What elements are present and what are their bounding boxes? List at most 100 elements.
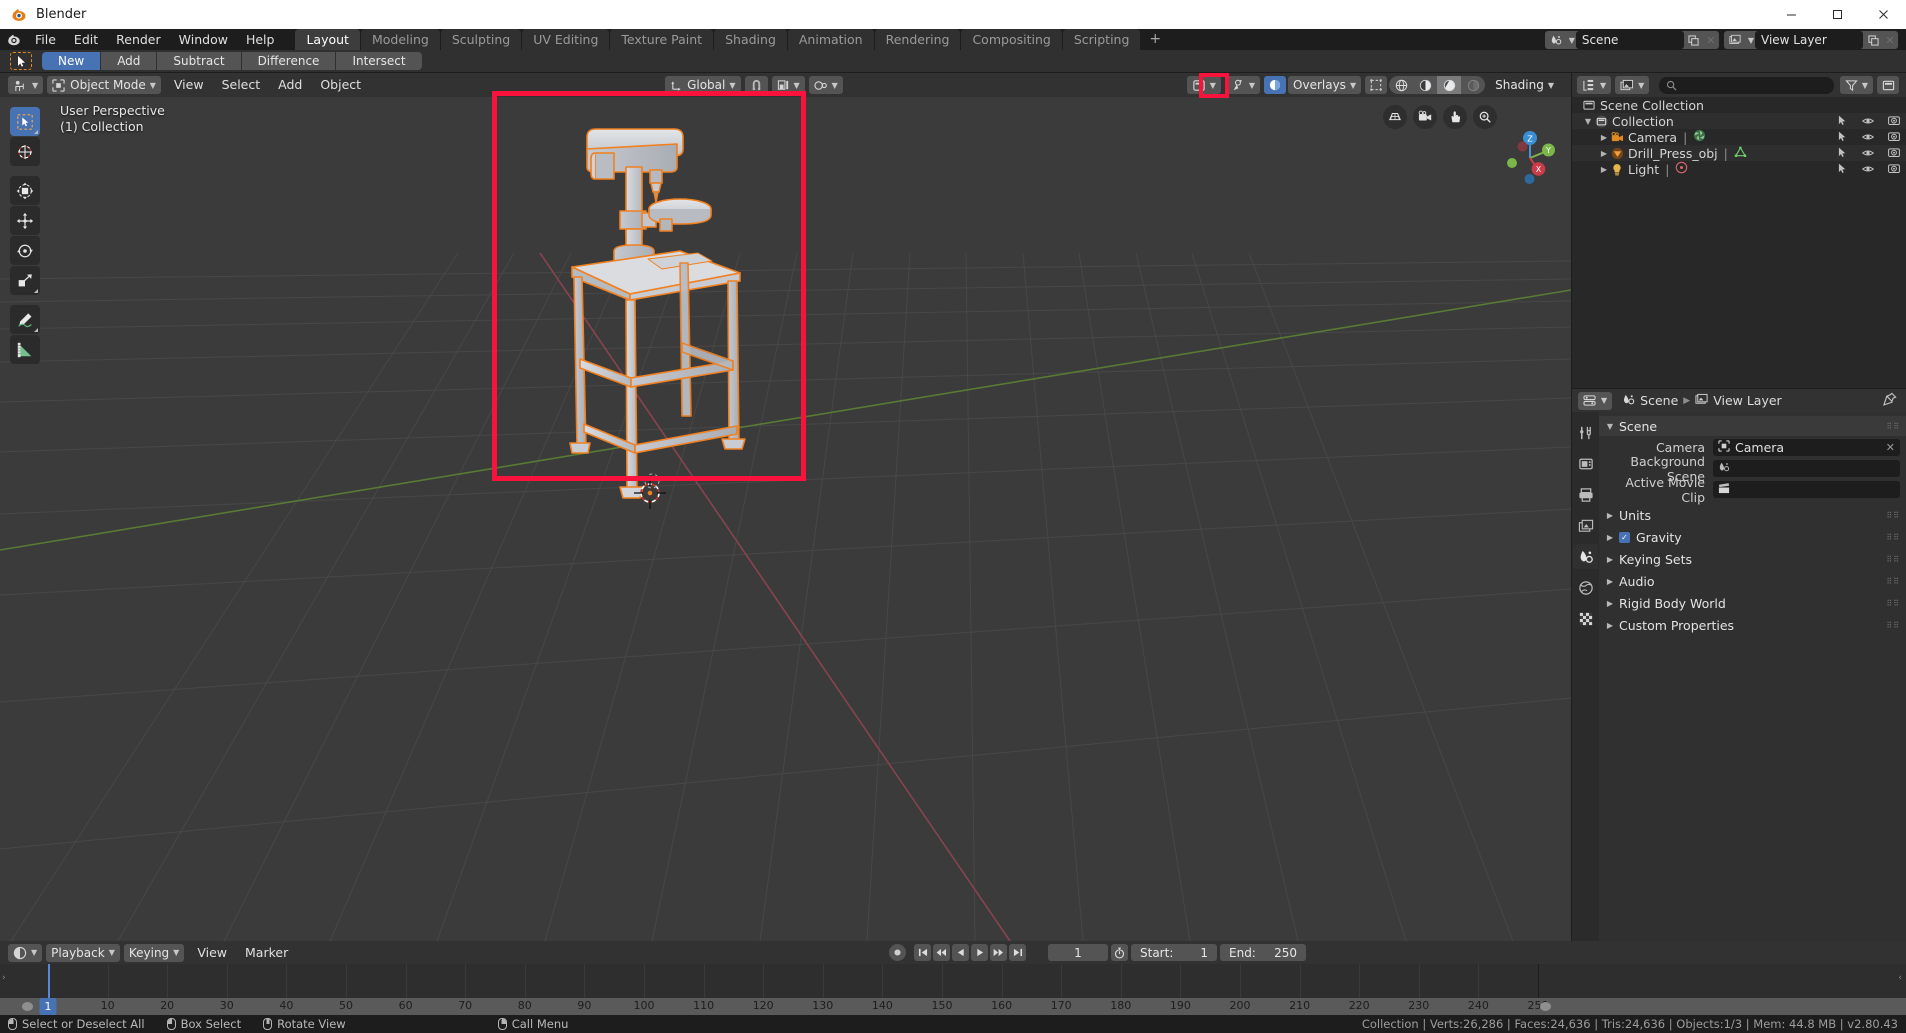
tool-measure[interactable] [10, 335, 40, 364]
panel-header-scene[interactable]: ▼ Scene ⠿⠿ [1599, 416, 1906, 436]
blender-menu-icon[interactable] [0, 29, 26, 50]
breadcrumb-scene-label[interactable]: Scene [1640, 393, 1678, 408]
pan-view-icon[interactable] [1443, 105, 1467, 129]
light-data-icon[interactable] [1675, 161, 1688, 177]
overlays-toggle-icon[interactable] [1264, 76, 1286, 94]
view-layer-name-field[interactable]: View Layer [1755, 31, 1863, 49]
frame-end-field[interactable]: End: 250 [1220, 944, 1306, 961]
outliner-display-mode-selector[interactable]: ▼ [1615, 76, 1649, 94]
frame-start-field[interactable]: Start: 1 [1131, 944, 1217, 961]
gizmo-selector[interactable]: ▼ [1225, 76, 1260, 94]
snap-magnet-toggle[interactable] [745, 76, 768, 94]
outliner-row-camera[interactable]: ▶ Camera | [1572, 129, 1906, 145]
properties-tab-output[interactable] [1573, 482, 1598, 507]
viewport-menu-object[interactable]: Object [311, 76, 370, 94]
tab-uv-editing[interactable]: UV Editing [522, 29, 609, 50]
select-toggle-icon[interactable] [1838, 130, 1848, 145]
timeline-marker-menu[interactable]: Marker [236, 944, 297, 962]
visibility-toggle-icon[interactable] [1862, 162, 1874, 177]
tab-rendering[interactable]: Rendering [875, 29, 961, 50]
timeline-scroll-right-handle[interactable] [1540, 1002, 1551, 1011]
render-toggle-icon[interactable] [1888, 130, 1900, 145]
panel-header-custom-properties[interactable]: ▶ Custom Properties ⠿⠿ [1599, 615, 1906, 635]
timeline-collapse-icon[interactable]: ‹ [1898, 973, 1902, 983]
3d-viewport[interactable]: ▼ Object Mode ▼ View Select Add Object [0, 73, 1571, 941]
current-frame-field[interactable]: 1 [1048, 944, 1108, 961]
menu-help[interactable]: Help [237, 29, 284, 50]
timeline-editor-type-selector[interactable]: ▼ [8, 944, 42, 962]
auto-keying-button[interactable] [889, 944, 906, 961]
timeline-scale-ruler[interactable]: 1020304050607080901001101201301401501601… [0, 998, 1906, 1015]
shading-rendered-button[interactable] [1461, 76, 1485, 94]
tool-rotate[interactable] [10, 236, 40, 265]
outliner-row-light[interactable]: ▶ Light | [1572, 161, 1906, 177]
boolean-new-button[interactable]: New [42, 52, 100, 70]
properties-tab-world[interactable] [1573, 575, 1598, 600]
tool-scale[interactable] [10, 266, 40, 295]
shading-solid-button[interactable] [1413, 76, 1437, 94]
outliner-search-input[interactable] [1659, 77, 1834, 94]
proportional-editing-toggle[interactable]: ▼ [809, 76, 843, 94]
tool-move[interactable] [10, 206, 40, 235]
viewport-axis-gizmo[interactable]: Z Y X [1501, 129, 1559, 187]
shading-material-preview-button[interactable] [1437, 76, 1461, 94]
camera-disclosure-icon[interactable]: ▶ [1598, 133, 1610, 142]
drill-press-object[interactable] [490, 91, 830, 511]
transform-orientation-selector[interactable]: Global ▼ [665, 76, 740, 94]
overlays-selector[interactable]: Overlays ▼ [1288, 76, 1361, 94]
select-toggle-icon[interactable] [1838, 146, 1848, 161]
properties-editor[interactable]: ▼ Scene ▶ [1572, 389, 1906, 941]
properties-tab-texture[interactable] [1573, 606, 1598, 631]
boolean-intersect-button[interactable]: Intersect [336, 52, 421, 70]
jump-to-end-button[interactable] [1009, 944, 1026, 961]
scene-selector[interactable]: ▼ Scene ✕ [1545, 31, 1719, 49]
light-disclosure-icon[interactable]: ▶ [1598, 165, 1610, 174]
outliner-new-collection-button[interactable] [1877, 76, 1899, 94]
tab-compositing[interactable]: Compositing [961, 29, 1061, 50]
menu-render[interactable]: Render [107, 29, 170, 50]
timeline-editor[interactable]: ▼ Playback ▼ Keying ▼ View Marker [0, 941, 1906, 1015]
mesh-data-icon[interactable] [1734, 146, 1747, 161]
visibility-toggle-icon[interactable] [1862, 146, 1874, 161]
delete-scene-icon[interactable]: ✕ [1703, 34, 1719, 47]
panel-header-keying-sets[interactable]: ▶ Keying Sets ⠿⠿ [1599, 549, 1906, 569]
render-toggle-icon[interactable] [1888, 146, 1900, 161]
maximize-button[interactable] [1814, 0, 1860, 29]
panel-header-gravity[interactable]: ▶ ✓ Gravity ⠿⠿ [1599, 527, 1906, 547]
close-button[interactable] [1860, 0, 1906, 29]
jump-to-prev-keyframe-button[interactable] [933, 944, 950, 961]
tool-select-box[interactable] [10, 107, 40, 136]
tab-shading[interactable]: Shading [714, 29, 787, 50]
menu-window[interactable]: Window [170, 29, 237, 50]
property-field-background-scene[interactable] [1713, 460, 1900, 477]
new-scene-icon[interactable] [1685, 35, 1703, 46]
tab-scripting[interactable]: Scripting [1063, 29, 1141, 50]
timeline-track-area[interactable]: ‹ › [0, 964, 1906, 998]
timeline-keying-menu[interactable]: Keying ▼ [124, 944, 184, 962]
properties-tab-tool[interactable] [1573, 420, 1598, 445]
properties-tab-view-layer[interactable] [1573, 513, 1598, 538]
clear-camera-icon[interactable]: ✕ [1886, 441, 1895, 454]
scene-name-field[interactable]: Scene [1576, 31, 1684, 49]
add-workspace-button[interactable]: + [1141, 29, 1169, 50]
property-field-camera[interactable]: Camera ✕ [1713, 439, 1900, 456]
new-view-layer-icon[interactable] [1864, 35, 1882, 46]
tool-cursor[interactable] [10, 137, 40, 166]
timeline-playback-menu[interactable]: Playback ▼ [46, 944, 120, 962]
render-toggle-icon[interactable] [1888, 162, 1900, 177]
view-layer-selector[interactable]: ▼ View Layer ✕ [1724, 31, 1898, 49]
tab-sculpting[interactable]: Sculpting [441, 29, 521, 50]
render-toggle-icon[interactable] [1888, 114, 1900, 129]
panel-header-units[interactable]: ▶ Units ⠿⠿ [1599, 505, 1906, 525]
panel-header-rigid-body-world[interactable]: ▶ Rigid Body World ⠿⠿ [1599, 593, 1906, 613]
boolean-add-button[interactable]: Add [101, 52, 156, 70]
properties-tab-render[interactable] [1573, 451, 1598, 476]
timeline-expand-icon[interactable]: › [2, 973, 6, 983]
timeline-playhead[interactable] [48, 964, 50, 998]
timeline-view-menu[interactable]: View [188, 944, 236, 962]
play-reverse-button[interactable] [952, 944, 969, 961]
toggle-perspective-icon[interactable] [1383, 105, 1407, 129]
menu-edit[interactable]: Edit [65, 29, 107, 50]
play-button[interactable] [971, 944, 988, 961]
visibility-toggle-icon[interactable] [1862, 130, 1874, 145]
